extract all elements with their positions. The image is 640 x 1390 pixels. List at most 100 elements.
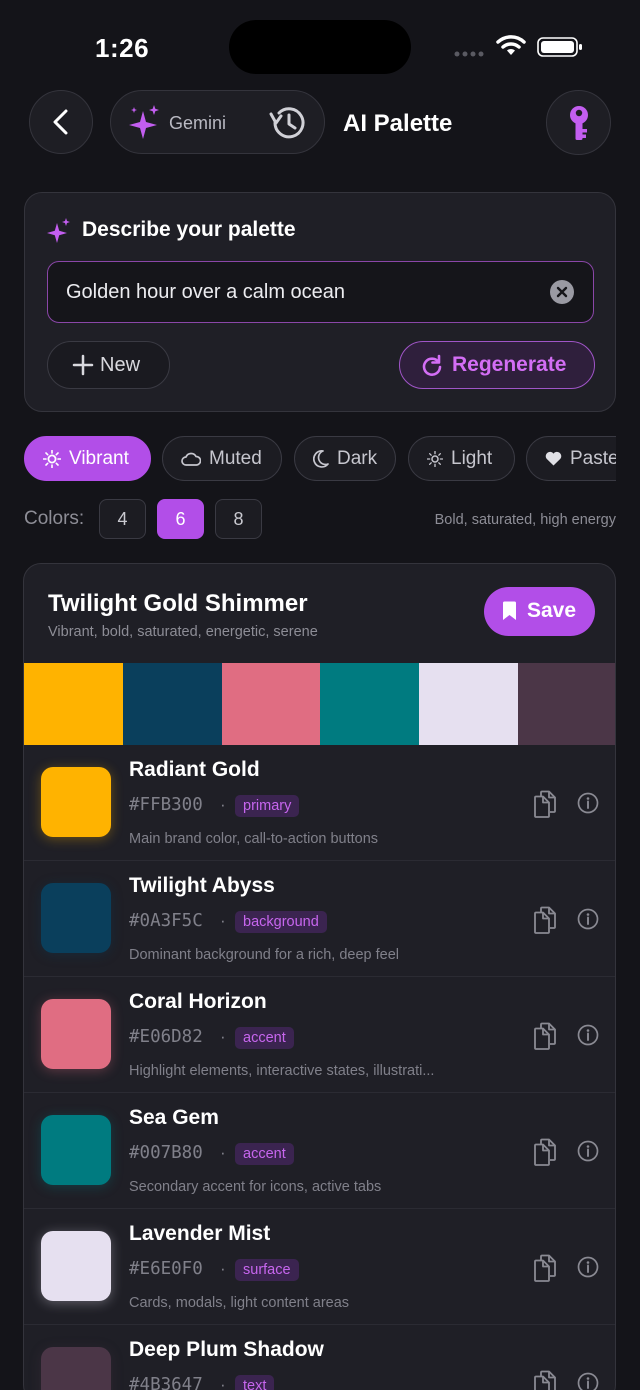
style-description: Bold, saturated, high energy xyxy=(434,512,616,528)
color-row[interactable]: Twilight Abyss #0A3F5C · background Domi… xyxy=(24,861,615,977)
separator-dot: · xyxy=(220,1259,226,1278)
regenerate-button-label: Regenerate xyxy=(452,353,567,376)
color-role-badge: accent xyxy=(235,1143,294,1165)
sparkle-icon xyxy=(47,218,70,243)
color-hex: #E6E0F0 xyxy=(129,1259,203,1279)
copy-icon[interactable] xyxy=(533,790,557,818)
strip-swatch[interactable] xyxy=(221,663,321,745)
palette-strip xyxy=(24,663,615,745)
prompt-heading: Describe your palette xyxy=(82,218,296,241)
chip-label: Dark xyxy=(337,447,378,469)
separator-dot: · xyxy=(220,1375,226,1390)
color-usage: Dominant background for a rich, deep fee… xyxy=(129,947,400,963)
save-button[interactable]: Save xyxy=(484,587,595,636)
prompt-card: Describe your palette Golden hour over a… xyxy=(24,192,616,412)
palette-name: Twilight Gold Shimmer xyxy=(48,590,308,617)
info-icon[interactable] xyxy=(577,792,599,814)
new-button[interactable]: New xyxy=(47,341,170,389)
info-icon[interactable] xyxy=(577,1372,599,1390)
copy-icon[interactable] xyxy=(533,1138,557,1166)
copy-icon[interactable] xyxy=(533,906,557,934)
strip-swatch[interactable] xyxy=(320,663,420,745)
page-title: AI Palette xyxy=(343,110,453,137)
clear-input-button[interactable] xyxy=(550,280,574,304)
color-name: Lavender Mist xyxy=(129,1222,271,1245)
color-usage: Main brand color, call-to-action buttons xyxy=(129,831,379,847)
color-usage: Secondary accent for icons, active tabs xyxy=(129,1179,382,1195)
chip-muted[interactable]: Muted xyxy=(162,436,282,481)
color-swatch xyxy=(41,767,111,837)
copy-icon[interactable] xyxy=(533,1022,557,1050)
sun-small-icon xyxy=(427,450,443,467)
color-list: Radiant Gold #FFB300 · primary Main bran… xyxy=(24,745,615,1390)
chip-vibrant[interactable]: Vibrant xyxy=(24,436,151,481)
bookmark-icon xyxy=(503,601,516,620)
color-swatch xyxy=(41,999,111,1069)
wifi-icon xyxy=(496,35,526,55)
regenerate-button[interactable]: Regenerate xyxy=(399,341,595,389)
api-key-button[interactable] xyxy=(546,90,611,155)
color-role-badge: primary xyxy=(235,795,300,817)
plus-icon xyxy=(72,354,94,376)
color-role-badge: surface xyxy=(235,1259,299,1281)
back-button[interactable] xyxy=(29,90,93,154)
color-row[interactable]: Lavender Mist #E6E0F0 · surface Cards, m… xyxy=(24,1209,615,1325)
color-hex: #E06D82 xyxy=(129,1027,203,1047)
color-swatch xyxy=(41,1347,111,1390)
chip-light[interactable]: Light xyxy=(408,436,515,481)
moon-icon xyxy=(313,449,329,468)
copy-icon[interactable] xyxy=(533,1370,557,1390)
strip-swatch[interactable] xyxy=(419,663,519,745)
color-usage: Cards, modals, light content areas xyxy=(129,1295,350,1311)
count-option-8[interactable]: 8 xyxy=(215,499,262,539)
style-chips: Vibrant Muted Dark Light Paste xyxy=(0,436,616,482)
color-name: Radiant Gold xyxy=(129,758,260,781)
info-icon[interactable] xyxy=(577,1140,599,1162)
dynamic-island xyxy=(229,20,411,74)
color-hex: #0A3F5C xyxy=(129,911,203,931)
separator-dot: · xyxy=(220,911,226,930)
color-role-badge: background xyxy=(235,911,327,933)
model-selector[interactable]: Gemini xyxy=(110,90,325,154)
count-option-6[interactable]: 6 xyxy=(157,499,204,539)
strip-swatch[interactable] xyxy=(518,663,615,745)
model-name: Gemini xyxy=(169,113,227,133)
color-row[interactable]: Coral Horizon #E06D82 · accent Highlight… xyxy=(24,977,615,1093)
chevron-left-icon xyxy=(53,109,68,135)
palette-tags: Vibrant, bold, saturated, energetic, ser… xyxy=(48,624,318,640)
chip-pastel[interactable]: Paste xyxy=(526,436,616,481)
color-name: Coral Horizon xyxy=(129,990,267,1013)
sparkle-icon xyxy=(129,105,159,139)
prompt-input[interactable]: Golden hour over a calm ocean xyxy=(47,261,594,323)
status-bar: 1:26 xyxy=(0,0,640,90)
color-role-badge: text xyxy=(235,1375,275,1390)
color-swatch xyxy=(41,1115,111,1185)
prompt-input-value[interactable]: Golden hour over a calm ocean xyxy=(66,281,345,304)
new-button-label: New xyxy=(100,354,141,376)
info-icon[interactable] xyxy=(577,908,599,930)
copy-icon[interactable] xyxy=(533,1254,557,1282)
strip-swatch[interactable] xyxy=(122,663,222,745)
refresh-icon xyxy=(422,354,442,376)
color-row[interactable]: Deep Plum Shadow #4B3647 · text xyxy=(24,1325,615,1390)
separator-dot: · xyxy=(220,795,226,814)
chip-label: Muted xyxy=(209,447,262,469)
color-row[interactable]: Radiant Gold #FFB300 · primary Main bran… xyxy=(24,745,615,861)
battery-icon xyxy=(537,37,582,57)
strip-swatch[interactable] xyxy=(24,663,123,745)
color-name: Twilight Abyss xyxy=(129,874,275,897)
separator-dot: · xyxy=(220,1143,226,1162)
info-icon[interactable] xyxy=(577,1024,599,1046)
cloud-icon xyxy=(181,452,201,466)
color-role-badge: accent xyxy=(235,1027,294,1049)
close-icon xyxy=(556,286,568,298)
info-icon[interactable] xyxy=(577,1256,599,1278)
count-option-4[interactable]: 4 xyxy=(99,499,146,539)
chip-label: Vibrant xyxy=(69,447,129,469)
history-icon[interactable] xyxy=(269,105,307,141)
heart-icon xyxy=(545,451,562,466)
color-hex: #FFB300 xyxy=(129,795,203,815)
chip-dark[interactable]: Dark xyxy=(294,436,396,481)
color-swatch xyxy=(41,883,111,953)
color-row[interactable]: Sea Gem #007B80 · accent Secondary accen… xyxy=(24,1093,615,1209)
